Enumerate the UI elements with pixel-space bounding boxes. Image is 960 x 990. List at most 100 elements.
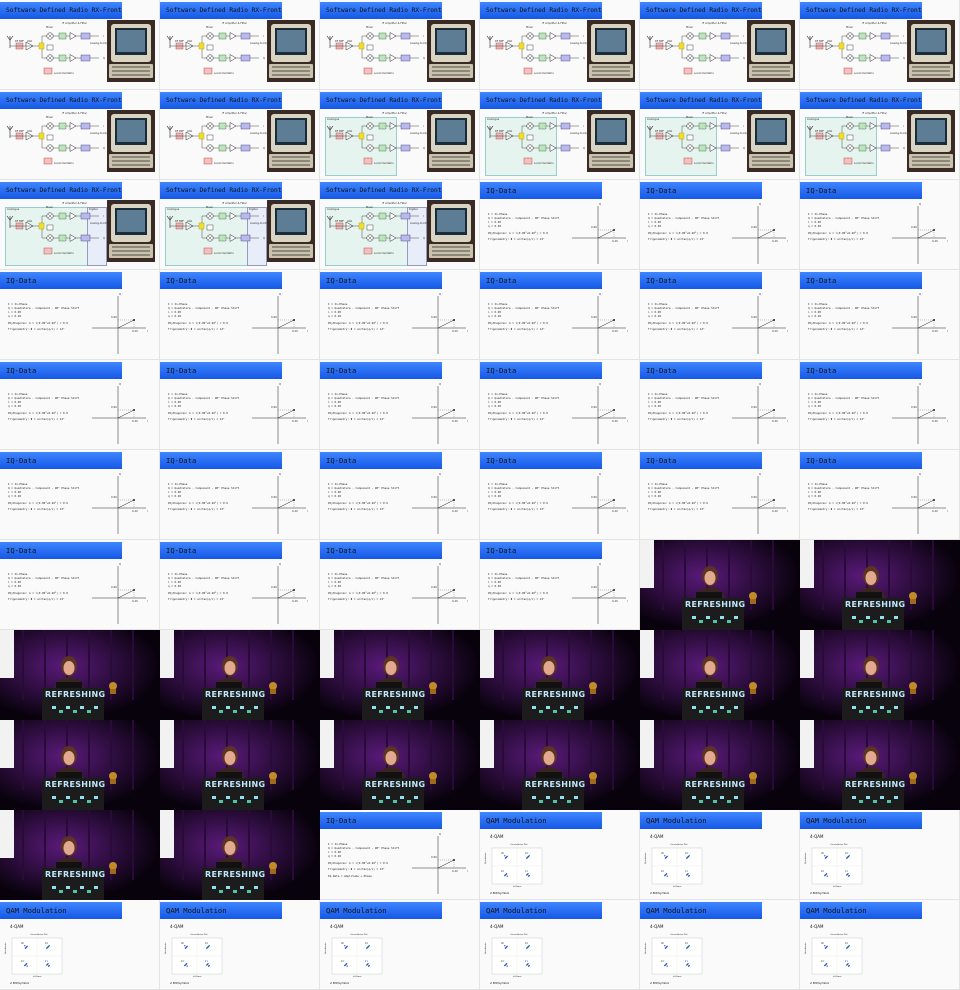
thumbnail-qam[interactable]: QAM Modulation 4-QAM Constellation Plot 00 0… [0, 900, 160, 990]
iq-pythagoras: Phythagoras: A = √(0.90²+0.20²) = 0.9 [328, 861, 388, 865]
thumbnail-stage[interactable]: REFRESHING [480, 720, 640, 810]
iq-vector-plot [412, 296, 466, 354]
thumbnail-stage[interactable]: REFRESHING [160, 720, 320, 810]
thumbnail-iq[interactable]: IQ-Data I = In-Phase Q = Quadrature - Comp… [800, 360, 960, 450]
iq-pythagoras: Phythagoras: A = √(0.90²+0.20²) = 0.9 [488, 411, 548, 415]
thumbnail-iq[interactable]: IQ-Data I = In-Phase Q = Quadrature - Comp… [640, 180, 800, 270]
thumbnail-sdr2[interactable]: Software Defined Radio RX-Frontend Analog… [800, 90, 960, 180]
thumbnail-iq[interactable]: IQ-Data I = In-Phase Q = Quadrature - Comp… [320, 360, 480, 450]
thumbnail-stage[interactable]: REFRESHING [800, 540, 960, 630]
oscillator-label: Local Oscillator [374, 252, 394, 255]
thumbnail-iq[interactable]: IQ-Data I = In-Phase Q = Quadrature - Comp… [480, 360, 640, 450]
thumbnail-sdr[interactable]: Software Defined Radio RX-Frontend Mixer I… [0, 0, 160, 90]
thumbnail-sdr[interactable]: Software Defined Radio RX-Frontend Mixer I… [320, 0, 480, 90]
thumbnail-stage[interactable]: REFRESHING [800, 630, 960, 720]
axis-i-label: I [627, 330, 628, 333]
iq-vector [437, 589, 455, 599]
thumbnail-iq[interactable]: IQ-Data I = In-Phase Q = Quadrature - Comp… [800, 180, 960, 270]
thumbnail-stage[interactable]: REFRESHING [640, 630, 800, 720]
thumbnail-iq2[interactable]: IQ-Data I = In-Phase Q = Quadrature - Comp… [320, 810, 480, 900]
speaker-face [704, 571, 716, 585]
thumbnail-stage[interactable]: REFRESHING [640, 720, 800, 810]
thumbnail-iq[interactable]: IQ-Data I = In-Phase Q = Quadrature - Comp… [160, 360, 320, 450]
speaker-face [543, 751, 555, 765]
thumbnail-stage[interactable]: REFRESHING [160, 810, 320, 900]
thumbnail-qam[interactable]: QAM Modulation 4-QAM Constellation Plot 00 0… [640, 900, 800, 990]
thumbnail-iq[interactable]: IQ-Data I = In-Phase Q = Quadrature - Comp… [160, 270, 320, 360]
thumbnail-iq[interactable]: IQ-Data I = In-Phase Q = Quadrature - Comp… [480, 180, 640, 270]
thumbnail-qam[interactable]: QAM Modulation 4-QAM Constellation Plot 00 0… [640, 810, 800, 900]
thumbnail-stage[interactable]: REFRESHING [0, 810, 160, 900]
thumbnail-sdr2[interactable]: Software Defined Radio RX-Frontend Analog… [640, 90, 800, 180]
thumbnail-sdr3[interactable]: Software Defined Radio RX-Frontend Analog… [0, 180, 160, 270]
thumbnail-iq[interactable]: IQ-Data I = In-Phase Q = Quadrature - Comp… [480, 270, 640, 360]
thumbnail-stage[interactable]: REFRESHING [320, 630, 480, 720]
thumbnail-iq[interactable]: IQ-Data I = In-Phase Q = Quadrature - Comp… [640, 450, 800, 540]
thumbnail-sdr[interactable]: Software Defined Radio RX-Frontend Mixer I… [480, 0, 640, 90]
thumbnail-sdr2[interactable]: Software Defined Radio RX-Frontend Analog… [480, 90, 640, 180]
iq-trigonometry: Trigonometry: Φ = arctan(q/i) = 12° [8, 327, 65, 331]
iq-vector [597, 409, 615, 419]
thumbnail-sdr3[interactable]: Software Defined Radio RX-Frontend Analog… [320, 180, 480, 270]
qam-point-label: 10 [341, 960, 344, 963]
thumbnail-stage[interactable]: REFRESHING [640, 540, 800, 630]
thumbnail-sdr[interactable]: Software Defined Radio RX-Frontend Mixer I… [800, 0, 960, 90]
side-screen [640, 720, 654, 768]
iq-value-q: q = 0.20 [648, 404, 661, 408]
thumbnail-iq[interactable]: IQ-Data I = In-Phase Q = Quadrature - Comp… [0, 450, 160, 540]
thumbnail-iq[interactable]: IQ-Data I = In-Phase Q = Quadrature - Comp… [160, 450, 320, 540]
thumbnail-iq[interactable]: IQ-Data I = In-Phase Q = Quadrature - Comp… [320, 450, 480, 540]
thumbnail-qam[interactable]: QAM Modulation 4-QAM Constellation Plot 00 0… [480, 810, 640, 900]
thumbnail-stage[interactable]: REFRESHING [800, 720, 960, 810]
phase-shift-block [46, 224, 54, 231]
qam-point-label: 01 [205, 942, 208, 945]
if-filter-q [378, 54, 387, 62]
thumbnail-iq[interactable]: IQ-Data I = In-Phase Q = Quadrature - Comp… [0, 360, 160, 450]
thumbnail-sdr2[interactable]: Software Defined Radio RX-Frontend Analog… [320, 90, 480, 180]
thumbnail-iq[interactable]: IQ-Data I = In-Phase Q = Quadrature - Comp… [800, 270, 960, 360]
slide-title-banner: QAM Modulation [320, 902, 442, 919]
thumbnail-iq[interactable]: IQ-Data I = In-Phase Q = Quadrature - Comp… [480, 540, 640, 630]
thumbnail-qam[interactable]: QAM Modulation 4-QAM Constellation Plot 00 0… [320, 900, 480, 990]
rx-frontend-diagram [326, 212, 419, 255]
iq-point [293, 319, 295, 321]
thumbnail-sdr[interactable]: Software Defined Radio RX-Frontend Mixer I… [0, 90, 160, 180]
phase-shift-block [526, 44, 534, 51]
thumbnail-stage[interactable]: REFRESHING [0, 630, 160, 720]
thumbnail-qam[interactable]: QAM Modulation 4-QAM Constellation Plot 00 0… [800, 900, 960, 990]
thumbnail-sdr[interactable]: Software Defined Radio RX-Frontend Mixer I… [160, 0, 320, 90]
thumbnail-iq[interactable]: IQ-Data I = In-Phase Q = Quadrature - Comp… [320, 540, 480, 630]
thumbnail-sdr3[interactable]: Software Defined Radio RX-Frontend Analog… [160, 180, 320, 270]
thumbnail-stage[interactable]: REFRESHING [320, 720, 480, 810]
slide-title-banner: Software Defined Radio RX-Frontend [640, 2, 762, 19]
stage-photo [800, 540, 960, 630]
thumbnail-qam[interactable]: QAM Modulation 4-QAM Constellation Plot 00 0… [160, 900, 320, 990]
phase-shift-block [206, 134, 214, 141]
thumbnail-stage[interactable]: REFRESHING [0, 720, 160, 810]
thumbnail-iq[interactable]: IQ-Data I = In-Phase Q = Quadrature - Comp… [0, 540, 160, 630]
stage-logo-text: REFRESHING [685, 690, 746, 699]
thumbnail-iq[interactable]: IQ-Data I = In-Phase Q = Quadrature - Comp… [800, 450, 960, 540]
thumbnail-sdr[interactable]: Software Defined Radio RX-Frontend Mixer I… [640, 0, 800, 90]
splitter-block [518, 42, 525, 50]
qam-point-label: 01 [525, 942, 528, 945]
thumbnail-iq[interactable]: IQ-Data I = In-Phase Q = Quadrature - Comp… [640, 270, 800, 360]
logo-pattern-block [553, 710, 557, 713]
thumbnail-qam[interactable]: QAM Modulation 4-QAM Constellation Plot 00 0… [480, 900, 640, 990]
thumbnail-qam[interactable]: QAM Modulation 4-QAM Constellation Plot 00 0… [800, 810, 960, 900]
thumbnail-stage[interactable]: REFRESHING [480, 630, 640, 720]
thumbnail-sdr[interactable]: Software Defined Radio RX-Frontend Mixer I… [160, 90, 320, 180]
logo-pattern-block [699, 620, 703, 623]
tick-i-value: 0.20 [132, 600, 138, 603]
logo-pattern-block [393, 710, 397, 713]
stage-photo [160, 630, 320, 720]
thumbnail-iq[interactable]: IQ-Data I = In-Phase Q = Quadrature - Comp… [0, 270, 160, 360]
thumbnail-stage[interactable]: REFRESHING [160, 630, 320, 720]
slide-title-banner: Software Defined Radio RX-Frontend [320, 182, 442, 199]
stage-logo-text: REFRESHING [365, 780, 426, 789]
thumbnail-iq[interactable]: IQ-Data I = In-Phase Q = Quadrature - Comp… [640, 360, 800, 450]
thumbnail-iq[interactable]: IQ-Data I = In-Phase Q = Quadrature - Comp… [480, 450, 640, 540]
thumbnail-iq[interactable]: IQ-Data I = In-Phase Q = Quadrature - Comp… [160, 540, 320, 630]
thumbnail-iq[interactable]: IQ-Data I = In-Phase Q = Quadrature - Comp… [320, 270, 480, 360]
qam-symbol-point [526, 874, 528, 876]
